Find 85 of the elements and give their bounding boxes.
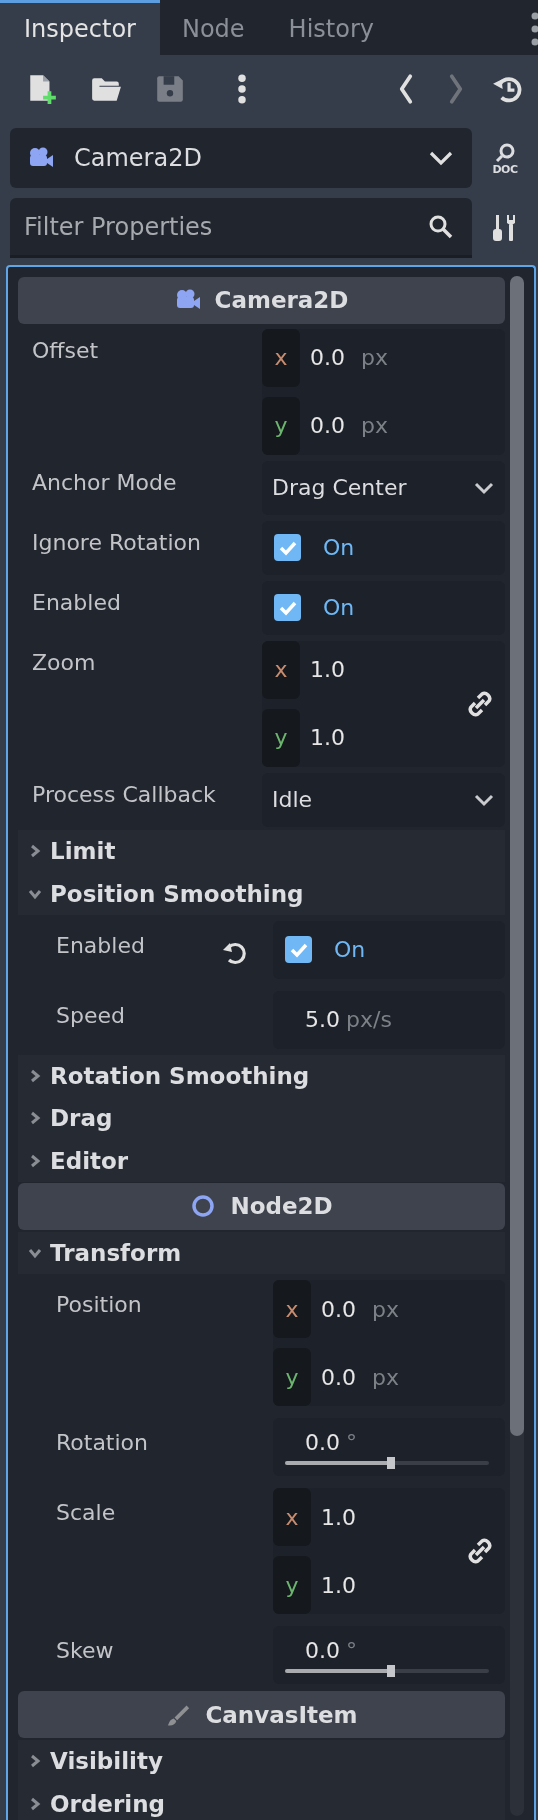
section-title: Camera2D [214, 287, 349, 314]
chevron-down-icon [473, 792, 495, 807]
chain-link-icon[interactable] [467, 1538, 493, 1565]
camera-icon [28, 146, 54, 170]
group-header[interactable]: Rotation Smoothing [18, 1054, 505, 1098]
checkbox-label: On [323, 595, 355, 621]
group-header[interactable]: Visibility [18, 1740, 505, 1783]
property-label: Process Callback [32, 781, 217, 807]
chevron-down-icon [28, 1246, 42, 1261]
dropdown[interactable]: Drag Center [262, 460, 505, 515]
group-header[interactable]: Position Smoothing [18, 872, 505, 915]
chain-link-icon[interactable] [467, 690, 493, 717]
chevron-right-icon [28, 844, 42, 859]
chevron-right-icon [28, 1068, 42, 1083]
axis-label: x [262, 640, 300, 699]
group-header[interactable]: Editor [18, 1139, 505, 1182]
property-label: Offset [32, 337, 100, 363]
unit-text: px [361, 413, 388, 439]
scrollbar[interactable] [510, 276, 524, 1816]
panel-tab[interactable]: Inspector [0, 0, 160, 55]
property-label: Position [56, 1292, 143, 1318]
axis-label: y [273, 1556, 311, 1615]
axis-label: x [262, 328, 300, 387]
filter-field[interactable]: Filter Properties [10, 198, 472, 258]
docs-button[interactable]: DOC [492, 141, 518, 175]
checkbox[interactable] [274, 594, 301, 622]
checkbox-label: On [334, 937, 366, 963]
property-label: Ignore Rotation [32, 529, 202, 555]
chevron-down-icon [473, 480, 495, 495]
kebab-menu-icon[interactable] [530, 12, 538, 46]
value-text: 1.0 [310, 657, 345, 683]
section-title: Node2D [230, 1193, 333, 1220]
unit-text: px [372, 1296, 399, 1322]
property-label: Enabled [32, 589, 122, 615]
vector-field[interactable]: x 0.0 px y 0.0 px [273, 1280, 505, 1407]
chevron-right-icon [28, 1754, 42, 1769]
value-text: 0.0 [321, 1296, 356, 1322]
panel-tab[interactable]: History [266, 0, 396, 55]
value-text: 0.0 [310, 413, 345, 439]
property-label: Enabled [56, 932, 146, 958]
group-header[interactable]: Transform [18, 1231, 505, 1275]
axis-label: y [262, 708, 300, 767]
circle-icon [190, 1194, 217, 1219]
axis-label: y [273, 1348, 311, 1407]
number-field[interactable]: 5.0 px/s [273, 990, 505, 1049]
unit-text: ° [346, 1637, 357, 1663]
property-label: Zoom [32, 649, 97, 675]
panel-tab[interactable]: Node [159, 0, 267, 55]
vector-field[interactable]: x 1.0 y 1.0 [273, 1488, 505, 1615]
group-header[interactable]: Drag [18, 1097, 505, 1140]
property-label: Speed [56, 1002, 126, 1028]
unit-text: ° [346, 1429, 357, 1455]
class-dropdown[interactable]: Camera2D [10, 128, 472, 188]
vector-field[interactable]: x 1.0 y 1.0 [262, 640, 505, 767]
value-text: 1.0 [321, 1504, 356, 1530]
chevron-right-icon [28, 1153, 42, 1168]
chevron-right-icon [28, 1796, 42, 1811]
value-text: 1.0 [310, 725, 345, 751]
value-text: 0.0 [310, 345, 345, 371]
axis-label: x [273, 1280, 311, 1339]
section-title: CanvasItem [205, 1701, 358, 1728]
property-label: Rotation [56, 1430, 149, 1456]
group-header[interactable]: Ordering [18, 1782, 505, 1820]
checkbox[interactable] [274, 534, 301, 562]
tools-icon[interactable] [492, 213, 518, 243]
checkbox-label: On [323, 535, 355, 561]
property-label: Skew [56, 1638, 115, 1664]
chevron-right-icon [28, 1111, 42, 1126]
group-header[interactable]: Limit [18, 829, 505, 873]
property-label: Anchor Mode [32, 469, 178, 495]
value-text: 1.0 [321, 1572, 356, 1598]
dropdown[interactable]: Idle [262, 772, 505, 827]
value-text: 0.0 [305, 1637, 340, 1663]
filter-field[interactable]: Filter Properties [22, 211, 428, 242]
value-text: 0.0 [305, 1429, 340, 1455]
unit-text: px [361, 345, 388, 371]
value-text: 0.0 [321, 1364, 356, 1390]
vector-field[interactable]: x 0.0 px y 0.0 px [262, 328, 505, 455]
axis-label: x [273, 1488, 311, 1547]
property-label: Scale [56, 1500, 117, 1526]
chevron-down-icon [428, 150, 454, 166]
axis-label: y [262, 396, 300, 455]
unit-text: px [372, 1364, 399, 1390]
search-icon [428, 213, 454, 240]
checkbox[interactable] [285, 936, 312, 964]
